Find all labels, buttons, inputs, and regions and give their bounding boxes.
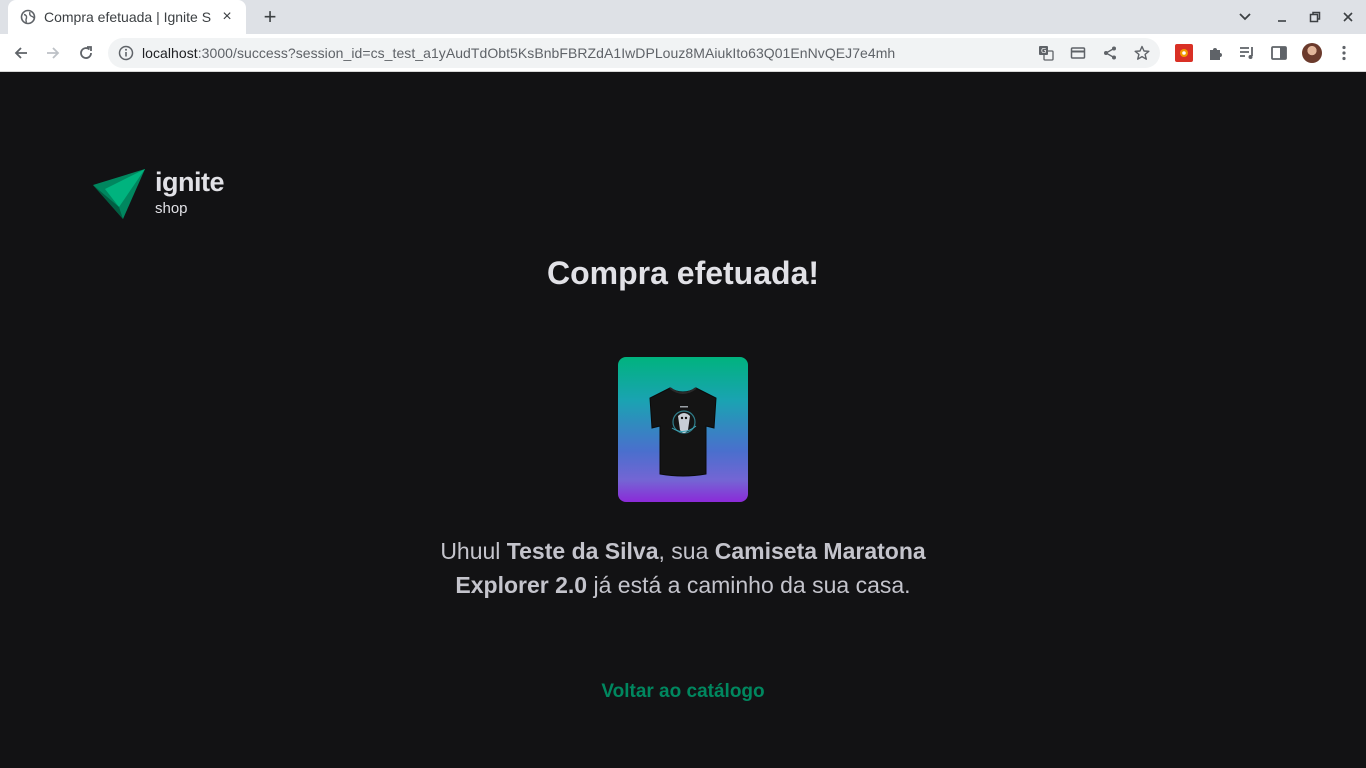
globe-icon [20, 9, 36, 25]
tshirt-icon [649, 386, 717, 476]
logo-name: ignite [155, 167, 225, 197]
back-to-catalog-link[interactable]: Voltar ao catálogo [601, 681, 764, 702]
browser-tab[interactable]: Compra efetuada | Ignite Shop × [8, 0, 246, 34]
profile-avatar[interactable] [1302, 43, 1322, 63]
card-icon[interactable] [1070, 45, 1086, 61]
product-image [618, 357, 748, 502]
page-title: Compra efetuada! [546, 255, 820, 291]
close-icon[interactable]: × [218, 8, 236, 26]
reload-icon[interactable] [73, 40, 99, 66]
close-window-icon[interactable] [1337, 6, 1359, 28]
extension-puzzle-icon[interactable] [1207, 44, 1225, 62]
success-message: Uhuul Teste da Silva, sua Camiseta Marat… [440, 538, 926, 598]
restore-icon[interactable] [1304, 6, 1326, 28]
extension-app-icon[interactable] [1175, 44, 1193, 62]
success-page: ignite shop Compra efetuada! Uhuul Teste… [0, 73, 1366, 768]
minimize-icon[interactable] [1271, 6, 1293, 28]
url-text: localhost:3000/success?session_id=cs_tes… [142, 45, 896, 61]
media-icon[interactable] [1238, 44, 1256, 62]
new-tab-button[interactable]: + [258, 4, 282, 29]
info-icon[interactable] [118, 45, 134, 61]
browser-toolbar: localhost:3000/success?session_id=cs_tes… [0, 34, 1366, 72]
logo-sub: shop [155, 200, 188, 217]
customer-name: Teste da Silva [506, 538, 659, 564]
ignite-shop-logo[interactable]: ignite shop [93, 167, 233, 221]
address-bar[interactable]: localhost:3000/success?session_id=cs_tes… [108, 38, 1160, 68]
tab-strip: Compra efetuada | Ignite Shop × + [0, 0, 1366, 34]
tab-title: Compra efetuada | Ignite Shop [44, 9, 212, 25]
chevron-down-icon[interactable] [1234, 6, 1256, 28]
back-arrow-icon[interactable] [8, 40, 34, 66]
forward-arrow-icon[interactable] [40, 40, 66, 66]
translate-icon[interactable]: G [1038, 45, 1054, 61]
side-panel-icon[interactable] [1270, 44, 1288, 62]
svg-text:G: G [1041, 47, 1046, 55]
logo-mark-icon [93, 169, 145, 219]
share-icon[interactable] [1102, 45, 1118, 61]
kebab-menu-icon[interactable] [1335, 44, 1353, 62]
star-icon[interactable] [1134, 45, 1150, 61]
